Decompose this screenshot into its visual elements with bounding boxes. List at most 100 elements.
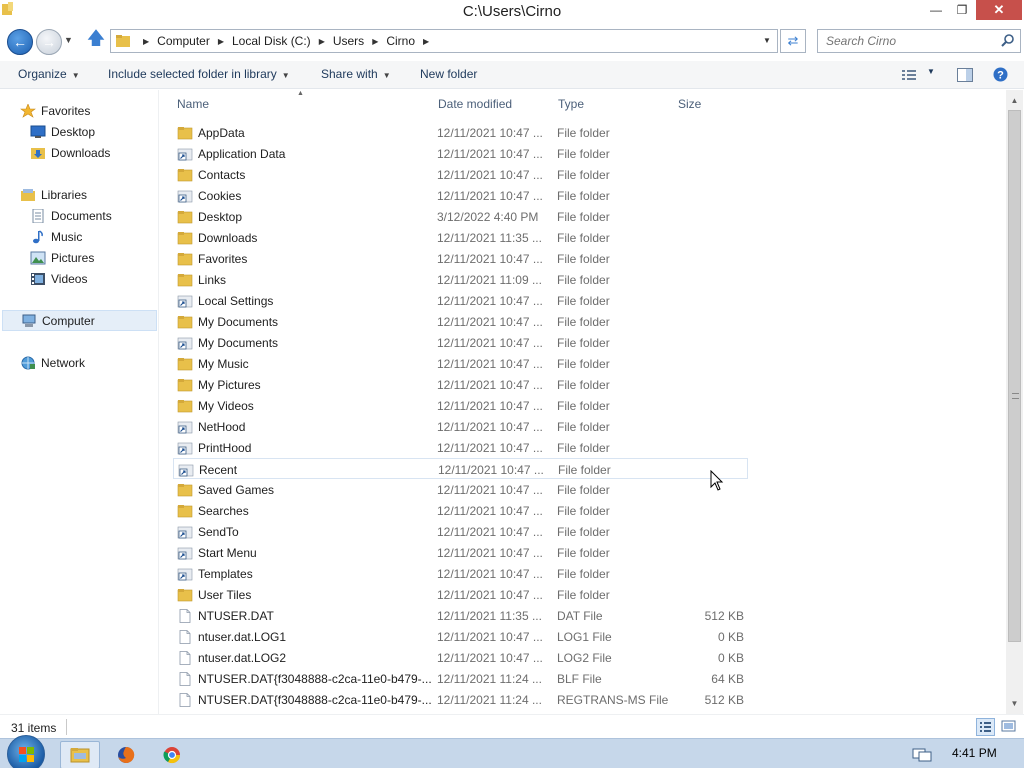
search-input[interactable] [818, 30, 998, 52]
start-button[interactable] [7, 735, 45, 768]
chevron-right-icon[interactable]: ▶ [319, 37, 325, 46]
desktop-icon [30, 125, 46, 138]
file-row[interactable]: NetHood 12/11/2021 10:47 ... File folder [173, 416, 748, 437]
file-name: AppData [198, 126, 245, 140]
file-row[interactable]: Cookies 12/11/2021 10:47 ... File folder [173, 185, 748, 206]
back-button[interactable]: ← [7, 29, 33, 55]
file-type: LOG2 File [557, 651, 612, 665]
file-row[interactable]: My Music 12/11/2021 10:47 ... File folder [173, 353, 748, 374]
file-row[interactable]: AppData 12/11/2021 10:47 ... File folder [173, 122, 748, 143]
videos-icon [31, 272, 45, 285]
file-row[interactable]: My Videos 12/11/2021 10:47 ... File folder [173, 395, 748, 416]
file-row[interactable]: Downloads 12/11/2021 11:35 ... File folder [173, 227, 748, 248]
file-row[interactable]: SendTo 12/11/2021 10:47 ... File folder [173, 521, 748, 542]
file-type: File folder [557, 567, 610, 581]
nav-documents[interactable]: Documents [30, 205, 112, 226]
nav-downloads[interactable]: Downloads [30, 142, 110, 163]
forward-button[interactable]: → [36, 29, 62, 55]
vertical-scrollbar[interactable]: ▲ ▼ [1006, 90, 1023, 714]
chevron-right-icon[interactable]: ▶ [218, 37, 224, 46]
file-date-modified: 12/11/2021 10:47 ... [437, 336, 543, 350]
file-row[interactable]: Desktop 3/12/2022 4:40 PM File folder [173, 206, 748, 227]
chevron-down-icon[interactable]: ▼ [763, 36, 771, 45]
nav-libraries[interactable]: Libraries [20, 184, 87, 205]
recent-locations-button[interactable]: ▼ [64, 35, 76, 49]
file-row[interactable]: Searches 12/11/2021 10:47 ... File folder [173, 500, 748, 521]
nav-pictures[interactable]: Pictures [30, 247, 94, 268]
taskbar-clock[interactable]: 4:41 PM [952, 746, 997, 760]
firefox-icon [118, 746, 135, 763]
file-row[interactable]: My Documents 12/11/2021 10:47 ... File fol… [173, 311, 748, 332]
search-icon[interactable] [1001, 34, 1014, 47]
help-icon[interactable]: ? [993, 67, 1008, 82]
file-row[interactable]: Favorites 12/11/2021 10:47 ... File folder [173, 248, 748, 269]
preview-pane-icon[interactable] [957, 68, 973, 82]
crumb-cirno[interactable]: Cirno [386, 34, 415, 48]
file-date-modified: 12/11/2021 10:47 ... [437, 294, 543, 308]
chevron-right-icon[interactable]: ▶ [143, 37, 149, 46]
nav-network[interactable]: Network [20, 352, 85, 373]
file-row[interactable]: Templates 12/11/2021 10:47 ... File folder [173, 563, 748, 584]
nav-desktop[interactable]: Desktop [30, 121, 95, 142]
file-row[interactable]: User Tiles 12/11/2021 10:47 ... File folde… [173, 584, 748, 605]
nav-label: Desktop [51, 124, 96, 139]
file-row[interactable]: NTUSER.DAT{f3048888-c2ca-11e0-b479-... 12… [173, 668, 748, 689]
nav-music[interactable]: Music [30, 226, 82, 247]
network-tray-icon[interactable] [912, 746, 932, 762]
taskbar-chrome-button[interactable] [152, 741, 192, 768]
large-icons-view-button[interactable] [1000, 718, 1019, 736]
file-name: NTUSER.DAT{f3048888-c2ca-11e0-b479-... [198, 693, 432, 707]
change-view-icon[interactable] [902, 69, 916, 81]
taskbar-explorer-button[interactable] [60, 741, 100, 768]
taskbar-firefox-button[interactable] [106, 741, 146, 768]
minimize-button[interactable]: — [924, 0, 948, 20]
file-row[interactable]: Start Menu 12/11/2021 10:47 ... File folde… [173, 542, 748, 563]
file-row[interactable]: ntuser.dat.LOG1 12/11/2021 10:47 ... LOG1 … [173, 626, 748, 647]
nav-favorites[interactable]: Favorites [20, 100, 90, 121]
file-row[interactable]: Contacts 12/11/2021 10:47 ... File folder [173, 164, 748, 185]
crumb-computer[interactable]: Computer [157, 34, 210, 48]
file-row[interactable]: ntuser.dat.LOG2 12/11/2021 10:47 ... LOG2 … [173, 647, 748, 668]
file-row[interactable]: NTUSER.DAT{f3048888-c2ca-11e0-b479-... 12… [173, 689, 748, 710]
address-bar[interactable]: ▶ Computer ▶ Local Disk (C:) ▶ Users ▶ C… [110, 29, 778, 53]
file-row[interactable]: Links 12/11/2021 11:09 ... File folder [173, 269, 748, 290]
file-row[interactable]: PrintHood 12/11/2021 10:47 ... File folder [173, 437, 748, 458]
file-row[interactable]: My Pictures 12/11/2021 10:47 ... File fold… [173, 374, 748, 395]
file-date-modified: 12/11/2021 10:47 ... [437, 441, 543, 455]
new-folder-button[interactable]: New folder [420, 67, 477, 81]
column-header-type[interactable]: Type [558, 97, 584, 111]
scroll-down-icon[interactable]: ▼ [1006, 695, 1023, 712]
file-row[interactable]: Local Settings 12/11/2021 10:47 ... File f… [173, 290, 748, 311]
organize-button[interactable]: Organize ▼ [18, 67, 80, 81]
crumb-local-disk[interactable]: Local Disk (C:) [232, 34, 311, 48]
file-row[interactable]: Saved Games 12/11/2021 10:47 ... File fold… [173, 479, 748, 500]
column-header-name[interactable]: Name [177, 97, 209, 111]
scroll-up-icon[interactable]: ▲ [1006, 92, 1023, 109]
column-header-size[interactable]: Size [678, 97, 701, 111]
nav-computer[interactable]: Computer [2, 310, 157, 331]
nav-videos[interactable]: Videos [30, 268, 87, 289]
details-view-button[interactable] [976, 718, 995, 736]
chevron-right-icon[interactable]: ▶ [372, 37, 378, 46]
file-row[interactable]: Application Data 12/11/2021 10:47 ... File… [173, 143, 748, 164]
include-in-library-button[interactable]: Include selected folder in library ▼ [108, 67, 290, 81]
chevron-right-icon[interactable]: ▶ [423, 37, 429, 46]
close-button[interactable]: ✕ [976, 0, 1022, 20]
refresh-button[interactable]: ⇄ [780, 29, 806, 53]
file-type: File folder [557, 546, 610, 560]
up-one-level-button[interactable]: 🡅 [86, 28, 106, 51]
chevron-down-icon[interactable]: ▼ [927, 67, 935, 76]
nav-label: Libraries [41, 187, 88, 202]
file-row[interactable]: NTUSER.DAT 12/11/2021 11:35 ... DAT File 51… [173, 605, 748, 626]
crumb-users[interactable]: Users [333, 34, 364, 48]
file-row[interactable]: My Documents 12/11/2021 10:47 ... File fol… [173, 332, 748, 353]
share-label: Share with [321, 67, 378, 81]
scroll-thumb[interactable] [1008, 110, 1021, 642]
file-name: Downloads [198, 231, 258, 245]
search-box[interactable] [817, 29, 1021, 53]
file-name: My Pictures [198, 378, 261, 392]
file-row[interactable]: Recent 12/11/2021 10:47 ... File folder [173, 458, 748, 479]
column-header-date[interactable]: Date modified [438, 97, 512, 111]
restore-button[interactable]: ❐ [950, 0, 974, 20]
share-with-button[interactable]: Share with ▼ [321, 67, 391, 81]
